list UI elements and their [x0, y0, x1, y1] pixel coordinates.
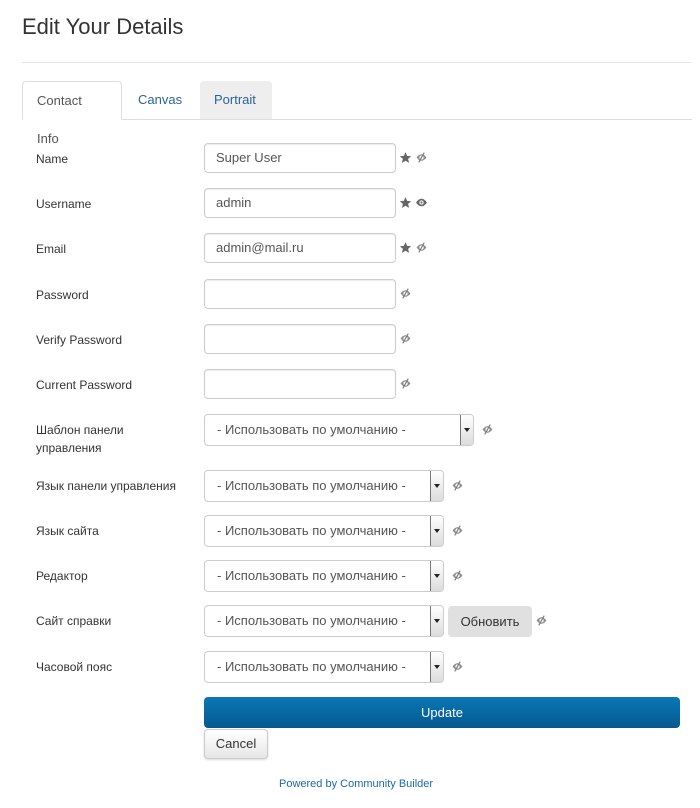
editor-label: Редактор [36, 569, 88, 583]
verify-password-label: Verify Password [36, 333, 123, 347]
current-password-input[interactable] [204, 369, 396, 399]
chevron-down-icon[interactable] [430, 652, 443, 682]
hidden-eye-icon[interactable] [415, 151, 428, 164]
help-site-value: - Использовать по умолчанию - [217, 613, 406, 628]
required-star-icon [399, 241, 412, 254]
username-label: Username [36, 197, 92, 211]
editor-value: - Использовать по умолчанию - [217, 568, 406, 583]
name-label: Name [36, 152, 69, 166]
username-input[interactable]: admin [204, 188, 396, 218]
update-button[interactable]: Update [204, 697, 680, 728]
hidden-eye-icon[interactable] [399, 287, 412, 300]
chevron-down-icon[interactable] [460, 415, 473, 445]
timezone-label: Часовой пояс [36, 660, 113, 674]
refresh-button[interactable]: Обновить [448, 606, 532, 637]
help-site-label: Сайт справки [36, 614, 112, 628]
chevron-down-icon[interactable] [430, 516, 443, 546]
cancel-button[interactable]: Cancel [204, 729, 268, 759]
powered-by-link[interactable]: Powered by Community Builder [279, 778, 433, 790]
hidden-eye-icon[interactable] [399, 332, 412, 345]
password-label: Password [36, 288, 89, 302]
hidden-eye-icon[interactable] [451, 479, 464, 492]
password-input[interactable] [204, 279, 396, 309]
admin-template-label: Шаблон панели управления [36, 423, 124, 455]
required-star-icon [399, 196, 412, 209]
tab-contact-info[interactable]: Contact Info [22, 81, 122, 146]
tab-bar: Contact Info Canvas Portrait [22, 81, 692, 146]
page-title: Edit Your Details [22, 14, 184, 39]
site-language-select[interactable]: - Использовать по умолчанию - [204, 515, 444, 547]
admin-template-select[interactable]: - Использовать по умолчанию - [204, 414, 474, 446]
help-site-select[interactable]: - Использовать по умолчанию - [204, 605, 444, 637]
site-language-value: - Использовать по умолчанию - [217, 523, 406, 538]
timezone-select[interactable]: - Использовать по умолчанию - [204, 651, 444, 683]
hidden-eye-icon[interactable] [481, 423, 494, 436]
chevron-down-icon[interactable] [430, 606, 443, 636]
hidden-eye-icon[interactable] [535, 614, 548, 627]
eye-icon[interactable] [415, 196, 428, 209]
admin-language-value: - Использовать по умолчанию - [217, 478, 406, 493]
editor-select[interactable]: - Использовать по умолчанию - [204, 560, 444, 592]
admin-template-value: - Использовать по умолчанию - [217, 422, 406, 437]
required-star-icon [399, 151, 412, 164]
timezone-value: - Использовать по умолчанию - [217, 659, 406, 674]
site-language-label: Язык сайта [36, 524, 99, 538]
email-label: Email [36, 242, 67, 256]
current-password-label: Current Password [36, 378, 133, 392]
hidden-eye-icon[interactable] [451, 569, 464, 582]
title-divider [22, 62, 692, 63]
tab-canvas[interactable]: Canvas [124, 81, 200, 119]
admin-language-label: Язык панели управления [36, 479, 176, 493]
hidden-eye-icon[interactable] [451, 524, 464, 537]
verify-password-input[interactable] [204, 324, 396, 354]
name-input[interactable]: Super User [204, 143, 396, 173]
hidden-eye-icon[interactable] [415, 241, 428, 254]
chevron-down-icon[interactable] [430, 471, 443, 501]
admin-language-select[interactable]: - Использовать по умолчанию - [204, 470, 444, 502]
chevron-down-icon[interactable] [430, 561, 443, 591]
tab-portrait[interactable]: Portrait [200, 81, 272, 119]
hidden-eye-icon[interactable] [399, 377, 412, 390]
email-input[interactable]: admin@mail.ru [204, 233, 396, 263]
hidden-eye-icon[interactable] [451, 660, 464, 673]
